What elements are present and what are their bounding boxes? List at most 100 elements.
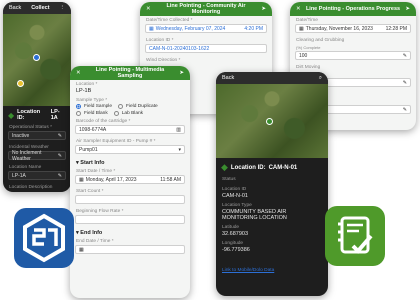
edit-icon: ✎ (402, 79, 407, 86)
collect-fields: Operational Status * Inactive ✎ Incidental … (3, 123, 71, 192)
calendar-icon: ▦ (79, 176, 84, 183)
chevron-down-icon: ▾ (178, 146, 181, 153)
date-time-field[interactable]: ▦ Wednesday, February 07, 2024 4:20 PM (145, 24, 267, 33)
flow-rate-label: Beginning Flow Rate * (76, 209, 124, 214)
feature-detail-screen: Back ⌕ ◆ Location ID: CAM-N-01 Status Loc… (216, 72, 328, 296)
field-label: Operational Status * (9, 125, 52, 130)
sample-option-field[interactable]: Field Sample (76, 104, 112, 109)
more-icon[interactable]: ⋮ (59, 5, 65, 11)
field-value[interactable]: LP-1A ✎ (8, 171, 66, 180)
feature-map[interactable] (216, 84, 328, 158)
sample-option-blank[interactable]: Field Blank (76, 111, 108, 116)
form-fields: Date/Time Collected * ▦ Wednesday, Febru… (140, 16, 272, 63)
time-value: 12:28 PM (385, 25, 407, 32)
send-icon[interactable]: ➤ (261, 6, 266, 12)
quickcapture-app-icon[interactable] (325, 206, 385, 266)
survey123-app-icon[interactable] (14, 208, 74, 268)
form-header: ✕ Line Pointing - Operations Progress ➤ (290, 2, 416, 16)
start-date-field[interactable]: ▦ Monday, April 17, 2023 11:58 AM (75, 175, 185, 184)
form-header: ✕ Line Pointing - Multimedia Sampling ➤ (70, 66, 190, 80)
end-info-section[interactable]: ▾ End Info (70, 227, 190, 237)
search-icon[interactable]: ⌕ (319, 75, 322, 82)
chevron-down-icon: ▾ (76, 230, 79, 236)
map-pin-icon[interactable] (17, 80, 24, 87)
start-date-label: Start Date / Time * (76, 169, 116, 174)
close-icon[interactable]: ✕ (76, 70, 81, 76)
pump-select[interactable]: Pump01 ▾ (75, 145, 185, 154)
field-label: Location Name (9, 165, 42, 170)
feature-attributes: Status Location ID CAM-N-01 Location Type CO… (216, 175, 328, 255)
radio-icon (118, 104, 123, 109)
send-icon[interactable]: ➤ (179, 70, 184, 76)
sample-type-label: Sample Type * (76, 98, 108, 103)
edit-icon: ✎ (402, 106, 407, 113)
map-pin-icon[interactable] (266, 118, 273, 125)
back-button[interactable]: Back (9, 5, 21, 11)
field-value: CAM-N-01 (222, 193, 248, 199)
close-icon[interactable]: ✕ (296, 6, 301, 12)
feature-title: ◆ Location ID: CAM-N-01 (216, 158, 328, 175)
field-sublabel: (%) Complete (296, 45, 321, 50)
feature-header-bar: Back ⌕ (216, 72, 328, 84)
time-value: 4:20 PM (244, 25, 263, 32)
calendar-icon: ▦ (79, 246, 84, 253)
feature-header: ◆ Location ID: LP-1A (3, 106, 71, 123)
barcode-field[interactable]: 1098-6774A ▥ (75, 125, 185, 134)
sample-option-duplicate[interactable]: Field Duplicate (118, 104, 158, 109)
start-count-label: Start Count * (76, 189, 104, 194)
location-pin-icon: ◆ (8, 110, 15, 120)
edit-icon: ✎ (402, 52, 407, 59)
radio-selected-icon (76, 104, 81, 109)
field-label: Dirt Moving (296, 65, 321, 70)
field-label: Location Description (9, 185, 53, 190)
mobile-data-link[interactable]: Link to Mobile/Dolo Data (222, 268, 274, 273)
edit-icon: ✎ (57, 152, 62, 159)
date-time-field[interactable]: ▦ Thursday, November 16, 2023 12:28 PM (295, 24, 411, 33)
collect-title: Collect (31, 5, 50, 11)
pump-label: Air Sampler Equipment ID - Pump # * (76, 139, 156, 144)
sample-option-lab-blank[interactable]: Lab Blank (113, 111, 143, 116)
location-id-value: LP-1A (50, 109, 60, 121)
flow-rate-field[interactable] (75, 215, 185, 224)
send-icon[interactable]: ➤ (405, 6, 410, 12)
map-pin-icon[interactable] (33, 54, 40, 61)
location-id-field[interactable]: CAM-N-01-20240103-1622 (145, 44, 267, 53)
field-value: 32.687903 (222, 231, 248, 237)
back-button[interactable]: Back (222, 75, 234, 81)
calendar-icon: ▦ (149, 25, 154, 32)
edit-icon: ✎ (57, 172, 62, 179)
field-value (3, 190, 71, 192)
location-id-value: CAM-N-01-20240103-1622 (149, 45, 210, 52)
start-info-section[interactable]: ▾ Start Info (70, 157, 190, 167)
form-title: Line Pointing - Operations Progress (305, 6, 401, 12)
form-header: ✕ Line Pointing - Community Air Monitori… (140, 2, 272, 16)
field-label: Longitude (222, 241, 244, 246)
end-date-label: End Date / Time * (76, 239, 114, 244)
field-label: Location Type (222, 203, 252, 208)
date-value: Wednesday, February 07, 2024 (155, 25, 226, 32)
barcode-label: Barcode of the cartridge * (76, 119, 131, 124)
field-value[interactable]: No Inclement Weather ✎ (8, 150, 66, 162)
field-label: Clearing and Grubbing (296, 38, 345, 43)
location-value[interactable]: LP-1B (70, 87, 190, 96)
radio-icon (113, 111, 119, 116)
close-icon[interactable]: ✕ (146, 6, 151, 12)
field-label: Latitude (222, 225, 240, 230)
field-value[interactable]: 100 ✎ (295, 51, 411, 60)
field-label: Location ID * (146, 38, 174, 43)
field-value[interactable]: Inactive ✎ (8, 131, 66, 140)
field-label: Date/Time Collected * (146, 18, 193, 23)
field-label: Status (222, 177, 236, 182)
location-id-label: Location ID: (230, 164, 266, 171)
form-title: Line Pointing - Multimedia Sampling (95, 67, 165, 79)
start-count-field[interactable] (75, 195, 185, 204)
field-label: Wind Direction * (146, 58, 181, 63)
field-label: Location ID (222, 187, 247, 192)
app-collage: Back Collect ⋮ ◆ Location ID: LP-1A Oper… (0, 0, 420, 300)
collect-map[interactable] (3, 14, 71, 106)
chevron-down-icon: ▾ (76, 160, 79, 166)
form-title: Line Pointing - Community Air Monitoring (166, 3, 246, 15)
end-date-field[interactable]: ▦ (75, 245, 185, 254)
barcode-scan-icon[interactable]: ▥ (176, 127, 181, 133)
field-value: -96.779386 (222, 247, 250, 253)
